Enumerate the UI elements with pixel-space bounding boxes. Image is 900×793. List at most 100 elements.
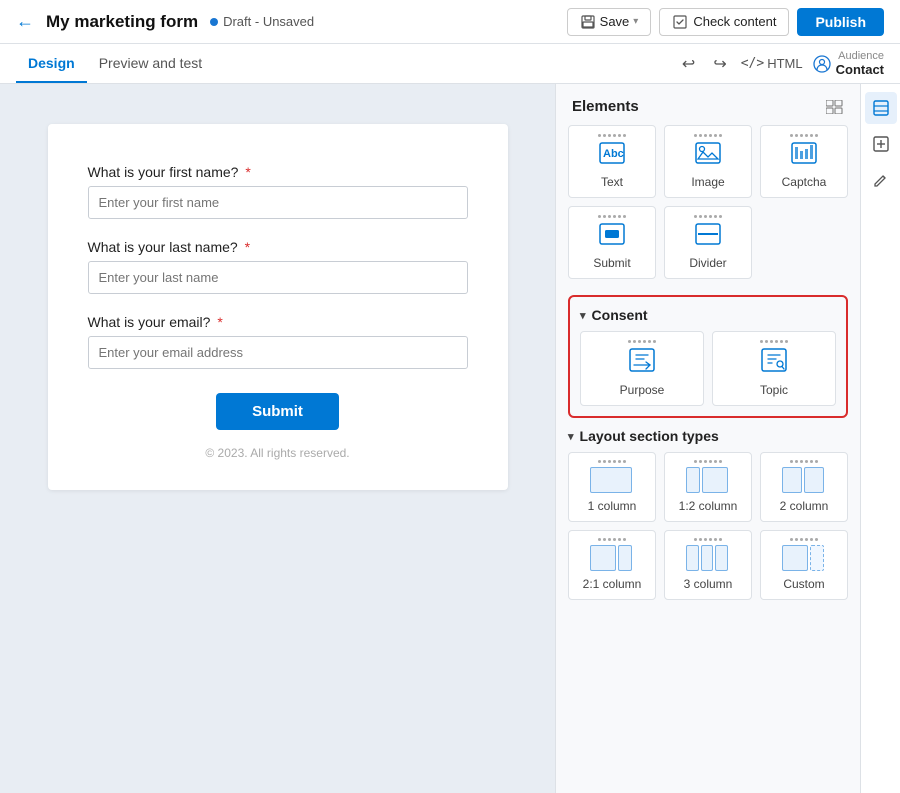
consent-section: ▾ Consent [568, 295, 848, 418]
save-icon [580, 14, 596, 30]
firstname-label: What is your first name? * [88, 164, 468, 180]
layout-1col-label: 1 column [588, 499, 637, 513]
layout-2col-label: 2 column [780, 499, 829, 513]
layout-chevron: ▾ [568, 430, 574, 443]
layout-1col-preview [590, 467, 634, 495]
dots-decoration [790, 538, 818, 541]
layout-section: ▾ Layout section types 1 column [568, 428, 848, 600]
html-brackets-icon: </> [741, 56, 764, 71]
element-text[interactable]: Abc Text [568, 125, 656, 198]
form-field-email: What is your email? * [88, 314, 468, 369]
tab-preview[interactable]: Preview and test [87, 44, 215, 83]
subheader: Design Preview and test ↩ ↪ </> HTML Aud… [0, 44, 900, 84]
consent-topic[interactable]: Topic [712, 331, 836, 406]
back-button[interactable]: ← [16, 11, 34, 32]
dots-decoration [790, 460, 818, 463]
check-content-button[interactable]: Check content [659, 8, 789, 36]
draft-dot [210, 18, 218, 26]
dots-decoration [598, 215, 626, 218]
firstname-required: * [245, 164, 250, 180]
undo-button[interactable]: ↩ [678, 52, 699, 76]
layout-custom-preview [782, 545, 826, 573]
dots-decoration [694, 215, 722, 218]
submit-row: Submit [88, 393, 468, 430]
side-edit-button[interactable] [865, 164, 897, 196]
text-element-label: Text [601, 175, 623, 189]
layout-12col-preview [686, 467, 730, 495]
publish-button[interactable]: Publish [797, 8, 884, 36]
email-input[interactable] [88, 336, 468, 369]
email-required: * [217, 314, 222, 330]
tab-bar: Design Preview and test [16, 44, 214, 83]
layout-3col-preview [686, 545, 730, 573]
lastname-required: * [245, 239, 250, 255]
html-button[interactable]: </> HTML [741, 56, 803, 71]
svg-text:Abc: Abc [603, 148, 624, 160]
form-footer: © 2023. All rights reserved. [88, 446, 468, 460]
subheader-actions: ↩ ↪ </> HTML Audience Contact [678, 50, 884, 77]
layout-custom-label: Custom [783, 577, 824, 591]
element-submit[interactable]: Submit [568, 206, 656, 279]
firstname-input[interactable] [88, 186, 468, 219]
layout-section-header[interactable]: ▾ Layout section types [568, 428, 848, 444]
elements-header: Elements [556, 84, 860, 125]
layout-2col[interactable]: 2 column [760, 452, 848, 522]
dots-decoration [628, 340, 656, 343]
lastname-input[interactable] [88, 261, 468, 294]
save-button[interactable]: Save ▾ [567, 8, 652, 36]
layout-grid: 1 column 1:2 column [568, 452, 848, 600]
layout-1col[interactable]: 1 column [568, 452, 656, 522]
page-title: My marketing form [46, 12, 198, 32]
tab-design[interactable]: Design [16, 44, 87, 83]
captcha-element-icon [790, 141, 818, 171]
dots-decoration [598, 134, 626, 137]
form-field-firstname: What is your first name? * [88, 164, 468, 219]
dots-decoration [694, 134, 722, 137]
topic-label: Topic [760, 383, 788, 397]
consent-section-header[interactable]: ▾ Consent [580, 307, 836, 323]
edit-icon [872, 171, 890, 189]
dots-decoration [598, 460, 626, 463]
purpose-label: Purpose [620, 383, 665, 397]
layout-custom[interactable]: Custom [760, 530, 848, 600]
element-divider[interactable]: Divider [664, 206, 752, 279]
layout-12col[interactable]: 1:2 column [664, 452, 752, 522]
topic-icon [760, 347, 788, 379]
lastname-label: What is your last name? * [88, 239, 468, 255]
side-layers-button[interactable] [865, 92, 897, 124]
layout-2col-preview [782, 467, 826, 495]
audience-indicator: Audience Contact [813, 50, 884, 77]
side-icon-bar [860, 84, 900, 793]
captcha-element-label: Captcha [782, 175, 827, 189]
element-captcha[interactable]: Captcha [760, 125, 848, 198]
layout-12col-label: 1:2 column [679, 499, 738, 513]
layout-21col[interactable]: 2:1 column [568, 530, 656, 600]
audience-label: Audience Contact [836, 50, 884, 77]
dots-decoration [790, 134, 818, 137]
text-element-icon: Abc [598, 141, 626, 171]
submit-button[interactable]: Submit [216, 393, 339, 430]
elements-view-toggle[interactable] [826, 100, 844, 114]
layout-21col-preview [590, 545, 634, 573]
redo-button[interactable]: ↪ [709, 52, 730, 76]
side-add-button[interactable] [865, 128, 897, 160]
app-header: ← My marketing form Draft - Unsaved Save… [0, 0, 900, 44]
layout-3col[interactable]: 3 column [664, 530, 752, 600]
draft-status: Draft - Unsaved [210, 14, 314, 29]
audience-icon [813, 55, 831, 73]
elements-grid: Abc Text Image [556, 125, 860, 291]
email-label: What is your email? * [88, 314, 468, 330]
consent-grid: Purpose [580, 331, 836, 406]
consent-purpose[interactable]: Purpose [580, 331, 704, 406]
dots-decoration [694, 460, 722, 463]
purpose-icon [628, 347, 656, 379]
form-card: What is your first name? * What is your … [48, 124, 508, 490]
main-content: What is your first name? * What is your … [0, 84, 900, 793]
save-dropdown-chevron[interactable]: ▾ [633, 16, 638, 27]
layout-3col-label: 3 column [684, 577, 733, 591]
form-preview-panel: What is your first name? * What is your … [0, 84, 555, 793]
layers-icon [872, 99, 890, 117]
image-element-icon [694, 141, 722, 171]
add-icon [872, 135, 890, 153]
element-image[interactable]: Image [664, 125, 752, 198]
